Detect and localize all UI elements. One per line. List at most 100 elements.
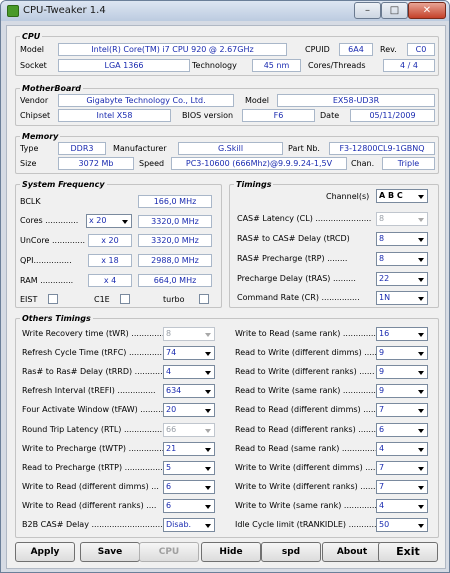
socket-label: Socket — [20, 61, 47, 70]
mem-speed-value: PC3-10600 (666Mhz)@9.9.9.24-1,5V — [171, 157, 347, 170]
others-right-combo[interactable]: 4 — [376, 441, 428, 456]
others-left-combo[interactable]: 21 — [163, 441, 215, 456]
window-title: CPU-Tweaker 1.4 — [23, 5, 106, 16]
chevron-down-icon[interactable] — [202, 461, 214, 474]
maximize-button[interactable]: □ — [381, 2, 408, 19]
others-left-combo[interactable]: 20 — [163, 403, 215, 418]
cas-latency-combo[interactable]: 8 — [376, 212, 428, 226]
qpi-label: QPI............... — [20, 256, 72, 265]
chipset-value: Intel X58 — [58, 109, 171, 122]
rev-value: C0 — [407, 43, 435, 56]
chevron-down-icon[interactable] — [415, 213, 427, 225]
chevron-down-icon[interactable] — [202, 385, 214, 398]
others-left-combo[interactable]: 66 — [163, 422, 215, 437]
turbo-checkbox[interactable] — [199, 294, 209, 304]
others-right-combo[interactable]: 9 — [376, 384, 428, 399]
others-right-label: Read to Read (different ranks) ....... — [235, 424, 377, 434]
mem-size-value: 3072 Mb — [58, 157, 134, 170]
app-window: CPU-Tweaker 1.4 – □ ✕ CPU Model Intel(R)… — [0, 0, 450, 573]
others-right-combo[interactable]: 7 — [376, 479, 428, 494]
others-left-combo[interactable]: 8 — [163, 327, 215, 341]
others-right-combo[interactable]: 16 — [376, 327, 428, 341]
others-left-combo[interactable]: 4 — [163, 365, 215, 380]
cpu-group-title: CPU — [20, 31, 43, 42]
chevron-down-icon[interactable] — [415, 190, 427, 202]
exit-button[interactable]: Exit — [378, 542, 438, 562]
cores-threads-value: 4 / 4 — [383, 59, 435, 72]
trp-text: 8 — [379, 254, 385, 263]
others-right-value: 9 — [379, 367, 385, 377]
eist-checkbox[interactable] — [48, 294, 58, 304]
others-left-value: 74 — [166, 348, 177, 358]
chevron-down-icon[interactable] — [415, 233, 427, 245]
others-right-value: 9 — [379, 348, 385, 358]
chevron-down-icon[interactable] — [415, 480, 427, 493]
chevron-down-icon[interactable] — [202, 347, 214, 360]
others-right-combo[interactable]: 9 — [376, 346, 428, 361]
close-button[interactable]: ✕ — [408, 2, 446, 19]
chevron-down-icon[interactable] — [202, 366, 214, 379]
date-label: Date — [320, 111, 340, 120]
chevron-down-icon[interactable] — [415, 461, 427, 474]
chevron-down-icon[interactable] — [415, 499, 427, 512]
c1e-checkbox[interactable] — [120, 294, 130, 304]
chevron-down-icon[interactable] — [202, 499, 214, 512]
channels-combo[interactable]: A B C — [376, 189, 428, 203]
others-right-combo[interactable]: 50 — [376, 518, 428, 532]
others-left-value: 21 — [166, 443, 177, 453]
apply-button[interactable]: Apply — [15, 542, 75, 562]
mem-speed-label: Speed — [139, 159, 165, 168]
chevron-down-icon[interactable] — [202, 328, 214, 340]
chevron-down-icon[interactable] — [415, 253, 427, 265]
technology-value: 45 nm — [252, 59, 301, 72]
hide-button[interactable]: Hide — [201, 542, 261, 562]
others-right-combo[interactable]: 7 — [376, 460, 428, 475]
chevron-down-icon[interactable] — [415, 442, 427, 455]
others-right-combo[interactable]: 7 — [376, 403, 428, 418]
others-left-combo[interactable]: 6 — [163, 498, 215, 513]
chevron-down-icon[interactable] — [415, 366, 427, 379]
others-left-value: 20 — [166, 405, 177, 415]
chevron-down-icon[interactable] — [202, 404, 214, 417]
others-right-combo[interactable]: 4 — [376, 498, 428, 513]
chevron-down-icon[interactable] — [415, 347, 427, 360]
others-left-combo[interactable]: Disab. — [163, 518, 215, 532]
spd-button[interactable]: spd — [261, 542, 321, 562]
date-value: 05/11/2009 — [350, 109, 435, 122]
others-left-combo[interactable]: 634 — [163, 384, 215, 399]
chevron-down-icon[interactable] — [202, 519, 214, 531]
others-right-combo[interactable]: 6 — [376, 422, 428, 437]
others-left-value: 6 — [166, 481, 172, 491]
chevron-down-icon[interactable] — [415, 273, 427, 285]
others-right-combo[interactable]: 9 — [376, 365, 428, 380]
title-bar[interactable]: CPU-Tweaker 1.4 – □ ✕ — [1, 1, 449, 21]
tras-combo[interactable]: 22 — [376, 272, 428, 286]
chevron-down-icon[interactable] — [415, 519, 427, 531]
technology-label: Technology — [192, 61, 237, 70]
chevron-down-icon[interactable] — [202, 423, 214, 436]
about-button[interactable]: About — [322, 542, 382, 562]
chevron-down-icon[interactable] — [415, 385, 427, 398]
chevron-down-icon[interactable] — [415, 404, 427, 417]
cpuid-value: 6A4 — [339, 43, 373, 56]
command-rate-combo[interactable]: 1N — [376, 291, 428, 305]
others-right-label: Read to Write (different ranks) ...... — [235, 367, 375, 377]
chevron-down-icon[interactable] — [415, 423, 427, 436]
cores-multiplier-combo[interactable]: x 20 — [86, 214, 132, 228]
others-left-combo[interactable]: 6 — [163, 479, 215, 494]
chevron-down-icon[interactable] — [202, 442, 214, 455]
minimize-button[interactable]: – — [354, 2, 381, 19]
cpu-button[interactable]: CPU — [139, 542, 199, 562]
chevron-down-icon[interactable] — [119, 215, 131, 227]
cpu-model-label: Model — [20, 45, 45, 54]
chevron-down-icon[interactable] — [202, 480, 214, 493]
mem-type-label: Type — [20, 144, 39, 153]
chevron-down-icon[interactable] — [415, 292, 427, 304]
chevron-down-icon[interactable] — [415, 328, 427, 340]
others-left-value: 4 — [166, 367, 172, 377]
save-button[interactable]: Save — [80, 542, 140, 562]
others-left-combo[interactable]: 74 — [163, 346, 215, 361]
trp-combo[interactable]: 8 — [376, 252, 428, 266]
trcd-combo[interactable]: 8 — [376, 232, 428, 246]
others-left-combo[interactable]: 5 — [163, 460, 215, 475]
